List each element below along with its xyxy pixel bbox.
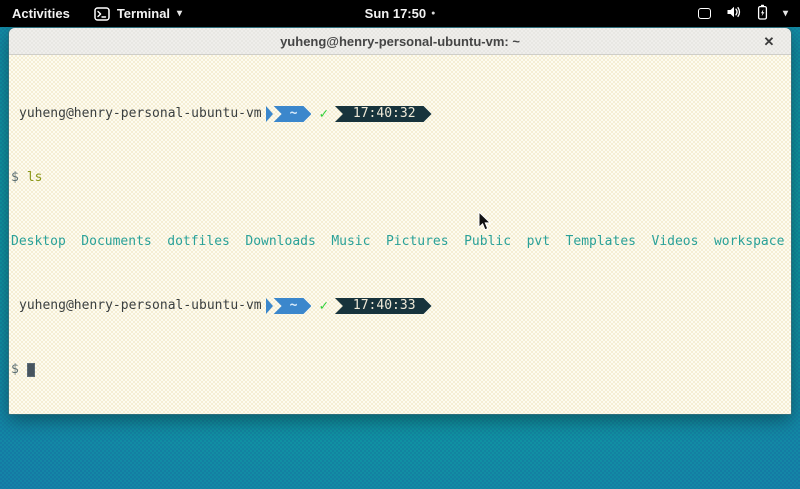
ls-output-line: Desktop Documents dotfiles Downloads Mus… — [11, 234, 789, 250]
command-text: ls — [27, 170, 43, 186]
status-check-icon: ✓ — [319, 298, 327, 314]
battery-charging-icon — [757, 4, 768, 23]
prompt-time: 17:40:32 — [353, 106, 416, 122]
directory-name: dotfiles — [167, 234, 230, 250]
display-icon — [698, 8, 711, 19]
tray-chevron-down-icon: ▾ — [783, 9, 788, 19]
directory-name: Templates — [566, 234, 636, 250]
window-title: yuheng@henry-personal-ubuntu-vm: ~ — [280, 34, 520, 49]
terminal-app-icon — [94, 7, 110, 21]
close-icon[interactable]: ✕ — [758, 28, 780, 55]
prompt-line-1: yuheng@henry-personal-ubuntu-vm ~ ✓ 17:4… — [11, 106, 789, 122]
prompt-cwd: ~ — [290, 106, 298, 122]
system-tray-menu[interactable]: ▾ — [698, 0, 800, 27]
clock-button[interactable]: Sun 17:50 ● — [365, 6, 436, 21]
command-line: $ ls — [11, 170, 789, 186]
chevron-down-icon: ▾ — [177, 9, 182, 19]
input-line: $ — [11, 362, 789, 378]
status-check-icon: ✓ — [319, 106, 327, 122]
prompt-time-segment: 17:40:33 — [335, 298, 432, 314]
terminal-window: yuheng@henry-personal-ubuntu-vm: ~ ✕ yuh… — [8, 27, 792, 415]
prompt-line-2: yuheng@henry-personal-ubuntu-vm ~ ✓ 17:4… — [11, 298, 789, 314]
gnome-top-bar: Activities Terminal ▾ Sun 17:50 ● — [0, 0, 800, 27]
activities-button[interactable]: Activities — [0, 0, 84, 27]
prompt-symbol: $ — [11, 170, 19, 186]
prompt-user-host: yuheng@henry-personal-ubuntu-vm — [19, 298, 262, 314]
clock-label: Sun 17:50 — [365, 6, 426, 21]
directory-name: Music — [331, 234, 370, 250]
directory-name: Desktop — [11, 234, 66, 250]
activities-label: Activities — [12, 6, 70, 21]
directory-name: Public — [464, 234, 511, 250]
prompt-cwd-segment: ~ — [274, 298, 312, 314]
powerline-arrow-icon — [266, 106, 273, 122]
directory-name: workspace — [714, 234, 784, 250]
prompt-user-host: yuheng@henry-personal-ubuntu-vm — [19, 106, 262, 122]
prompt-time-segment: 17:40:32 — [335, 106, 432, 122]
app-menu-terminal[interactable]: Terminal ▾ — [84, 0, 192, 27]
directory-name: Pictures — [386, 234, 449, 250]
powerline-arrow-icon — [266, 298, 273, 314]
prompt-cwd-segment: ~ — [274, 106, 312, 122]
terminal-cursor — [27, 363, 35, 377]
directory-name: Downloads — [245, 234, 315, 250]
prompt-cwd: ~ — [290, 298, 298, 314]
prompt-symbol: $ — [11, 362, 19, 378]
prompt-time: 17:40:33 — [353, 298, 416, 314]
directory-name: Videos — [652, 234, 699, 250]
volume-icon — [726, 5, 742, 22]
notification-dot-icon: ● — [431, 10, 435, 17]
app-menu-label: Terminal — [117, 6, 170, 21]
terminal-content[interactable]: yuheng@henry-personal-ubuntu-vm ~ ✓ 17:4… — [9, 55, 791, 415]
directory-name: Documents — [81, 234, 151, 250]
window-titlebar[interactable]: yuheng@henry-personal-ubuntu-vm: ~ ✕ — [9, 28, 791, 55]
directory-name: pvt — [527, 234, 550, 250]
